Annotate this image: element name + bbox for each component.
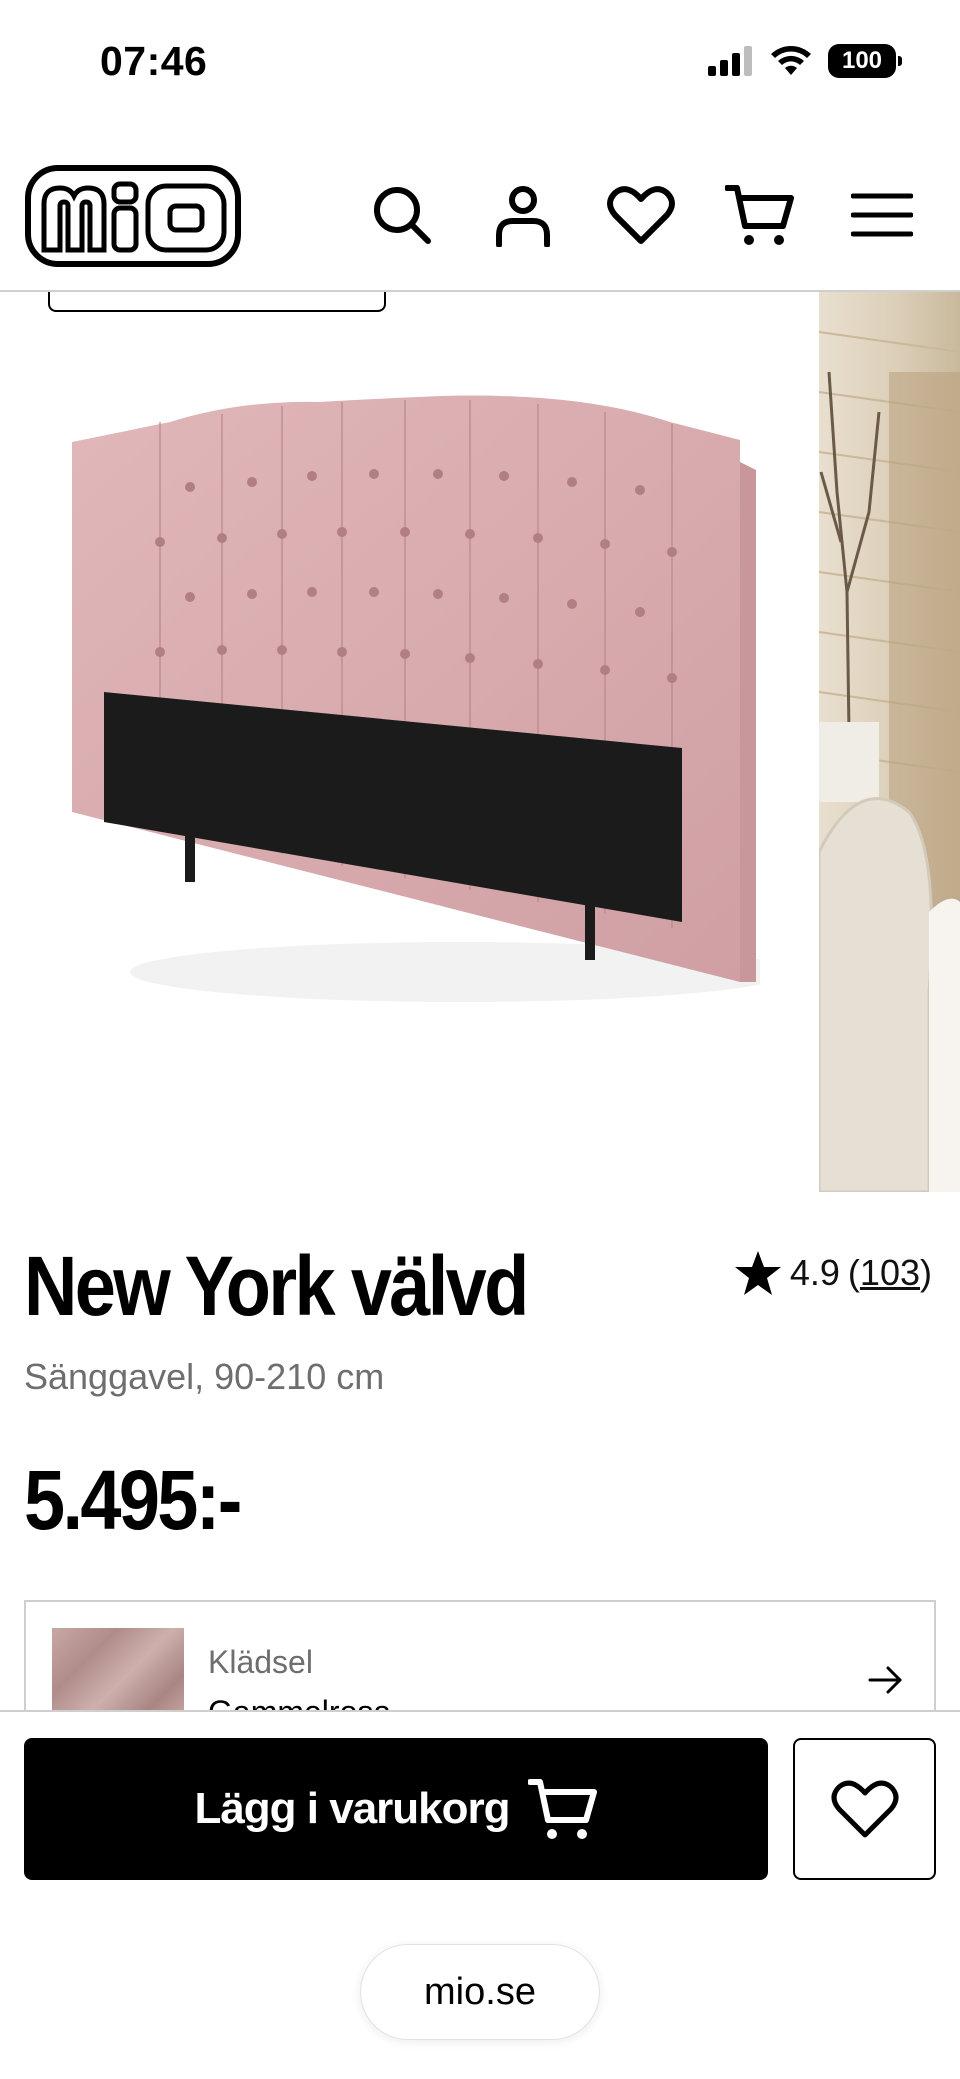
account-icon[interactable] <box>488 180 558 250</box>
review-count-link[interactable]: 103 <box>860 1252 920 1293</box>
product-rating[interactable]: 4.9 (103) <box>734 1250 932 1296</box>
rating-paren-close: ) <box>920 1252 932 1293</box>
signal-icon <box>708 46 752 76</box>
add-to-cart-label: Lägg i varukorg <box>194 1784 510 1833</box>
arrow-right-icon <box>868 1666 902 1694</box>
cart-icon[interactable] <box>725 180 795 250</box>
option-label: Klädsel <box>208 1644 313 1680</box>
battery-indicator: 100 <box>828 44 902 78</box>
upholstery-selector[interactable]: Klädsel Gammelrosa <box>24 1600 936 1710</box>
menu-icon[interactable] <box>847 180 917 250</box>
site-header <box>0 150 960 292</box>
product-image-headboard <box>72 395 760 1002</box>
status-icons: 100 <box>708 44 902 78</box>
sticky-purchase-bar: Lägg i varukorg mio.se <box>0 1710 960 2079</box>
rating-paren-open: ( <box>847 1252 860 1293</box>
status-time: 07:46 <box>100 38 208 84</box>
product-subtitle: Sänggavel, 90-210 cm <box>24 1356 385 1397</box>
option-value: Gammelrosa <box>208 1694 391 1710</box>
add-to-wishlist-button[interactable] <box>793 1738 936 1880</box>
fabric-swatch <box>52 1628 184 1710</box>
gallery-badge-outline <box>48 292 386 312</box>
gallery-next-image[interactable] <box>819 292 960 1192</box>
mio-logo[interactable] <box>24 164 242 273</box>
product-title: New York välvd <box>24 1239 529 1333</box>
star-icon <box>734 1251 781 1295</box>
product-gallery[interactable] <box>0 292 960 1192</box>
rating-score: 4.9 <box>789 1252 840 1293</box>
heart-icon <box>831 1780 898 1838</box>
search-icon[interactable] <box>367 180 437 250</box>
status-bar: 07:46 100 <box>0 0 960 120</box>
add-to-cart-button[interactable]: Lägg i varukorg <box>24 1738 768 1880</box>
cart-icon <box>527 1779 597 1839</box>
logo-mark <box>25 165 241 267</box>
wishlist-icon[interactable] <box>606 180 676 250</box>
browser-url-bar[interactable]: mio.se <box>360 1944 600 2040</box>
product-price: 5.495:- <box>24 1453 242 1547</box>
wifi-icon <box>771 46 811 75</box>
